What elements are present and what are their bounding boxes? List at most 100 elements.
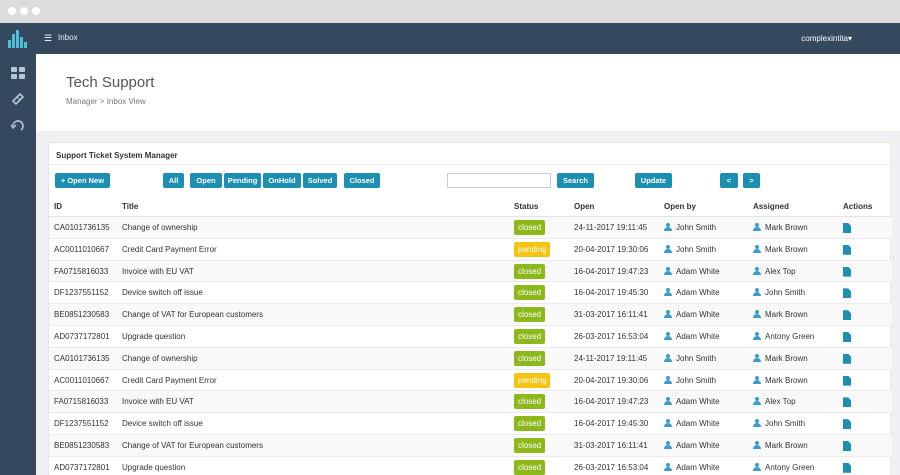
search-button[interactable]: Search (557, 173, 594, 188)
status-badge: pending (514, 241, 551, 257)
table-row[interactable]: AC0011010667 Credit Card Payment Error pen… (49, 239, 892, 261)
status-badge: closed (514, 437, 546, 453)
column-header-open[interactable]: Open (574, 202, 594, 211)
user-icon (753, 223, 761, 231)
document-icon[interactable] (843, 440, 851, 451)
document-icon[interactable] (843, 223, 851, 233)
ticket-title[interactable]: Credit Card Payment Error (122, 245, 217, 254)
document-icon[interactable] (843, 353, 851, 364)
filter-all-button[interactable]: All (163, 173, 184, 188)
ticket-title[interactable]: Credit Card Payment Error (122, 376, 217, 385)
document-icon[interactable] (843, 331, 851, 342)
open-by: John Smith (664, 353, 716, 363)
ticket-id: FA0715816033 (54, 266, 109, 276)
user-name: complexintita (801, 34, 848, 43)
open-by: John Smith (664, 223, 716, 232)
table-row[interactable]: DF1237551152 Device switch off issue close… (49, 413, 892, 435)
open-by: Adam White (664, 440, 720, 450)
table-row[interactable]: FA0715816033 Invoice with EU VAT closed 16-… (49, 391, 892, 414)
hamburger-icon[interactable]: ☰ (44, 33, 52, 44)
column-header-status[interactable]: Status (514, 202, 538, 211)
document-icon[interactable] (843, 419, 851, 430)
document-icon[interactable] (843, 462, 851, 473)
ticket-title[interactable]: Device switch off issue (122, 288, 203, 297)
column-header-open-by[interactable]: Open by (664, 202, 696, 211)
document-icon[interactable] (843, 244, 851, 255)
ticket-title[interactable]: Invoice with EU VAT (122, 397, 194, 406)
table-row[interactable]: CA0101736135 Change of ownership closed 24-… (49, 217, 892, 239)
table-row[interactable]: FA0715816033 Invoice with EU VAT closed 16-… (49, 260, 892, 283)
user-menu[interactable]: complexintita▾ (801, 34, 852, 43)
page-title: Tech Support (66, 74, 155, 91)
user-icon (753, 440, 761, 449)
open-date: 20-04-2017 19:30:06 (574, 244, 649, 254)
dashboard-icon[interactable] (10, 65, 26, 81)
document-icon[interactable] (843, 397, 851, 408)
ticket-title[interactable]: Device switch off issue (122, 419, 203, 428)
user-icon (664, 440, 672, 449)
document-icon[interactable] (843, 375, 851, 386)
assigned-name: Mark Brown (765, 244, 808, 254)
table-row[interactable]: CA0101736135 Change of ownership closed 24-… (49, 347, 892, 370)
open-date: 16-04-2017 19:47:23 (574, 397, 649, 407)
document-icon[interactable] (843, 288, 851, 299)
column-header-actions: Actions (843, 202, 873, 211)
column-header-title[interactable]: Title (122, 202, 138, 211)
next-page-button[interactable]: > (743, 173, 760, 188)
window-dot-minimize[interactable] (20, 7, 28, 15)
table-row[interactable]: AD0737172801 Upgrade question closed 26-03-… (49, 457, 892, 475)
status-badge: closed (514, 416, 546, 432)
open-by: Adam White (664, 266, 720, 276)
assigned-name: Mark Brown (765, 440, 808, 450)
user-icon (753, 375, 761, 384)
status-badge: closed (514, 307, 546, 323)
update-button[interactable]: Update (635, 173, 672, 188)
ticket-icon[interactable] (10, 91, 26, 107)
table-row[interactable]: BE0851230583 Change of VAT for European c… (49, 304, 892, 326)
open-by: John Smith (664, 244, 717, 254)
prev-page-button[interactable]: < (720, 173, 738, 188)
assigned-to: Mark Brown (753, 223, 808, 232)
assigned-to: John Smith (753, 288, 805, 297)
window-dot-close[interactable] (8, 7, 16, 15)
ticket-title[interactable]: Change of VAT for European customers (122, 310, 263, 319)
assigned-name: Mark Brown (765, 223, 808, 232)
document-icon[interactable] (843, 310, 851, 321)
ticket-title[interactable]: Change of ownership (122, 223, 198, 232)
open-date: 24-11-2017 19:11:45 (574, 223, 648, 232)
filter-onhold-button[interactable]: OnHold (263, 173, 301, 188)
open-date: 31-03-2017 16:11:41 (574, 440, 648, 450)
assigned-name: Mark Brown (765, 375, 808, 385)
open-by-name: Adam White (676, 419, 720, 429)
search-input[interactable] (447, 173, 551, 188)
ticket-title[interactable]: Change of VAT for European customers (122, 441, 263, 450)
document-icon[interactable] (843, 266, 851, 277)
ticket-title[interactable]: Change of ownership (122, 354, 198, 363)
user-icon (753, 419, 761, 428)
table-row[interactable]: BE0851230583 Change of VAT for European c… (49, 434, 892, 457)
open-by-name: John Smith (676, 244, 717, 254)
ticket-id: AD0737172801 (54, 331, 110, 341)
column-header-assigned[interactable]: Assigned (753, 202, 789, 211)
table-row[interactable]: DF1237551152 Device switch off issue close… (49, 282, 892, 305)
open-new-button[interactable]: + Open New (55, 173, 110, 188)
refresh-icon[interactable] (10, 117, 26, 133)
filter-open-button[interactable]: Open (190, 173, 222, 188)
open-by: Adam White (664, 419, 720, 428)
window-dot-maximize[interactable] (32, 7, 40, 15)
ticket-id: AD0737172801 (54, 462, 110, 472)
table-row[interactable]: AC0011010667 Credit Card Payment Error pen… (49, 370, 892, 392)
ticket-title[interactable]: Invoice with EU VAT (122, 267, 194, 276)
filter-pending-button[interactable]: Pending (224, 173, 261, 188)
column-header-id[interactable]: ID (54, 202, 62, 211)
open-date: 26-03-2017 16:53:04 (574, 462, 649, 472)
user-icon (664, 244, 672, 253)
logo-icon[interactable] (8, 30, 28, 48)
page-header: Tech Support Manager > Inbox View (36, 54, 900, 131)
status-badge: pending (514, 372, 551, 388)
filter-closed-button[interactable]: Closed (344, 173, 380, 188)
table-row[interactable]: AD0737172801 Upgrade question closed 26-03-… (49, 326, 892, 348)
ticket-title[interactable]: Upgrade question (122, 463, 185, 472)
filter-solved-button[interactable]: Solved (303, 173, 337, 188)
ticket-title[interactable]: Upgrade question (122, 332, 185, 341)
